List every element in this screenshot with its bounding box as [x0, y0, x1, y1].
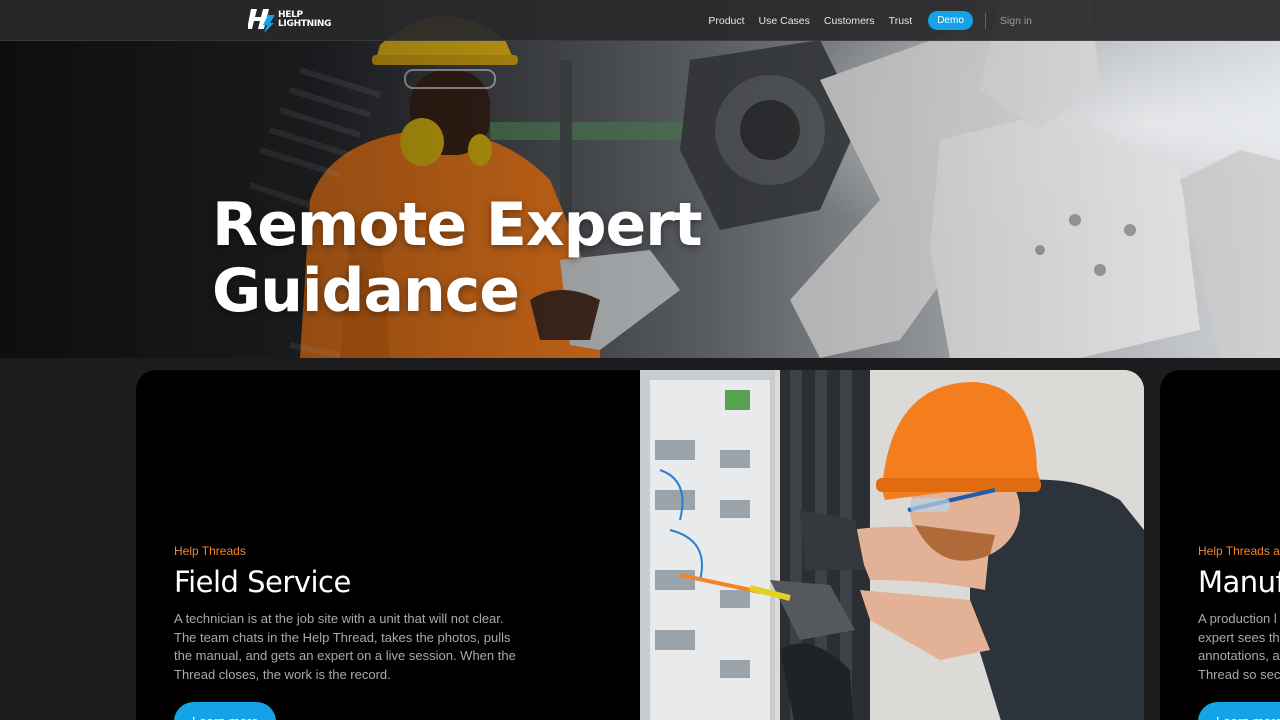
help-lightning-logo[interactable]: HELP LIGHTNING: [248, 6, 332, 34]
hero-title-line2: Guidance: [212, 256, 520, 326]
hero-title-line1: Remote Expert: [212, 190, 702, 260]
card-description-next-line4: Thread so sec: [1198, 666, 1280, 682]
card-description: A technician is at the job site with a u…: [174, 611, 516, 682]
card-kicker-next: Help Threads a: [1198, 544, 1280, 558]
nav-link-customers[interactable]: Customers: [817, 15, 882, 27]
nav-link-product[interactable]: Product: [701, 15, 751, 27]
card-description-next-line1: A production l: [1198, 611, 1277, 626]
card-description-next-line3: annotations, a: [1198, 648, 1280, 663]
nav-link-trust[interactable]: Trust: [882, 15, 920, 27]
card-description-next: A production l expert sees th annotation…: [1198, 610, 1280, 684]
learn-more-button-next[interactable]: Learn more: [1198, 702, 1280, 720]
card-description-next-line2: expert sees th: [1198, 629, 1280, 645]
logo-text-line2: LIGHTNING: [278, 19, 332, 29]
hero-section: Remote Expert Guidance: [0, 0, 1280, 358]
card-kicker: Help Threads: [174, 544, 246, 558]
demo-button[interactable]: Demo: [928, 11, 973, 30]
card-text-block: Help Threads Field Service A technician …: [174, 544, 524, 684]
card-text-block-next: Help Threads a Manuf A production l expe…: [1198, 544, 1280, 684]
card-title-next: Manuf: [1198, 565, 1280, 599]
use-case-card-field-service: Help Threads Field Service A technician …: [136, 370, 1144, 720]
learn-more-button[interactable]: Learn more: [174, 702, 277, 720]
use-case-card-manufacturing: Help Threads a Manuf A production l expe…: [1160, 370, 1280, 720]
top-navigation: HELP LIGHTNING Product Use Cases Custome…: [0, 0, 1280, 41]
nav-divider: [984, 12, 986, 29]
nav-links: Product Use Cases Customers Trust Demo S…: [701, 0, 1032, 41]
sign-in-link[interactable]: Sign in: [1000, 15, 1032, 27]
technician-photo: [640, 370, 1144, 720]
card-title: Field Service: [174, 565, 351, 599]
lightning-logo-icon: [248, 9, 275, 33]
hero-title: Remote Expert Guidance: [212, 192, 702, 324]
nav-link-use-cases[interactable]: Use Cases: [752, 15, 817, 27]
use-case-carousel: Help Threads Field Service A technician …: [0, 358, 1280, 720]
